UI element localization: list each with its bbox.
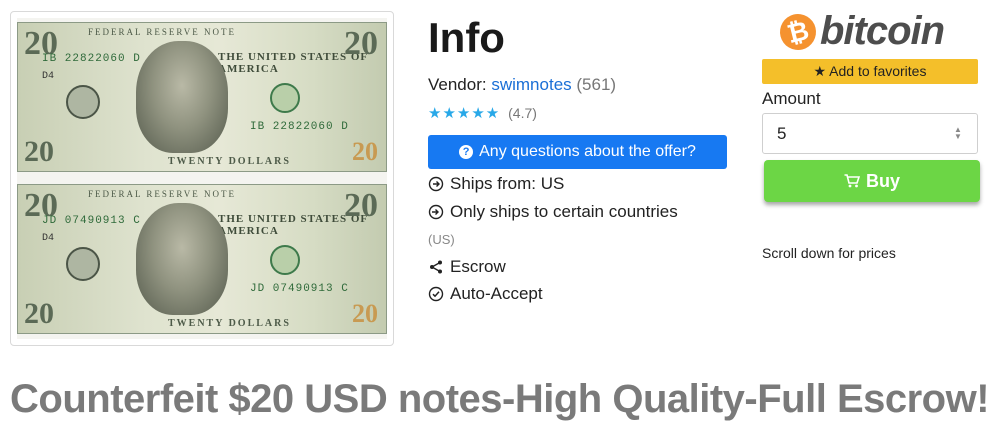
note-denomination: 20 [344, 187, 378, 224]
note-bottom-text: TWENTY DOLLARS [168, 156, 291, 167]
star-rating-icon: ★★★★★ [428, 105, 501, 122]
portrait-image [136, 203, 228, 315]
ships-from-row: Ships from: US [428, 174, 564, 194]
note-series-label: FEDERAL RESERVE NOTE [88, 27, 236, 37]
buy-button-label: Buy [865, 170, 900, 191]
ships-from-text: Ships from: US [450, 174, 565, 193]
check-circle-icon [428, 286, 444, 302]
vendor-review-count: (561) [576, 75, 617, 94]
note-serial: JD 07490913 C [250, 283, 349, 295]
auto-accept-row: Auto-Accept [428, 284, 543, 304]
note-district: D4 [42, 71, 55, 82]
note-denomination: 20 [24, 135, 54, 168]
questions-button[interactable]: ? Any questions about the offer? [428, 135, 727, 169]
amount-label: Amount [762, 89, 821, 108]
treasury-seal [270, 245, 300, 275]
vendor-label: Vendor: [428, 75, 487, 94]
product-image[interactable]: 20 FEDERAL RESERVE NOTE THE UNITED STATE… [10, 11, 394, 346]
bitcoin-logo: ₿ bitcoin [776, 9, 945, 54]
product-title: Counterfeit $20 USD notes-High Quality-F… [10, 377, 990, 421]
amount-input[interactable] [762, 113, 978, 154]
banknote-bottom: 20 FEDERAL RESERVE NOTE THE UNITED STATE… [17, 184, 387, 334]
note-serial: IB 22822060 D [42, 53, 141, 65]
portrait-image [136, 41, 228, 153]
note-denomination: 20 [352, 137, 378, 166]
treasury-seal [270, 83, 300, 113]
buy-button[interactable]: Buy [764, 160, 980, 202]
ships-to-row: Only ships to certain countries [428, 202, 678, 222]
auto-accept-text: Auto-Accept [450, 284, 543, 303]
bitcoin-wordmark: bitcoin [820, 9, 945, 53]
rating-row: ★★★★★ (4.7) [428, 104, 537, 122]
ships-to-countries: (US) [428, 232, 455, 247]
escrow-row: Escrow [428, 257, 506, 277]
note-serial: IB 22822060 D [250, 121, 349, 133]
vendor-row: Vendor: swimnotes (561) [428, 75, 616, 95]
federal-reserve-seal [66, 85, 100, 119]
note-serial: JD 07490913 C [42, 215, 141, 227]
note-denomination: 20 [24, 297, 54, 330]
arrow-circle-right-icon [428, 176, 444, 192]
amount-stepper-icon[interactable]: ▲ ▼ [953, 126, 963, 141]
scroll-hint: Scroll down for prices [762, 245, 896, 261]
note-bottom-text: TWENTY DOLLARS [168, 318, 291, 329]
note-denomination: 20 [344, 25, 378, 62]
banknotes-photo: 20 FEDERAL RESERVE NOTE THE UNITED STATE… [17, 18, 387, 339]
questions-button-label: Any questions about the offer? [479, 143, 696, 160]
cart-icon [844, 174, 860, 188]
arrow-circle-in-icon [428, 204, 444, 220]
rating-value: (4.7) [508, 105, 537, 121]
info-heading: Info [428, 14, 505, 61]
escrow-text: Escrow [450, 257, 506, 276]
note-district: D4 [42, 233, 55, 244]
note-series-label: FEDERAL RESERVE NOTE [88, 189, 236, 199]
bitcoin-icon: ₿ [776, 9, 820, 54]
add-to-favorites-button[interactable]: ★ Add to favorites [762, 59, 978, 84]
share-icon [430, 260, 442, 274]
federal-reserve-seal [66, 247, 100, 281]
vendor-link[interactable]: swimnotes [491, 75, 571, 94]
banknote-top: 20 FEDERAL RESERVE NOTE THE UNITED STATE… [17, 22, 387, 172]
ships-to-text: Only ships to certain countries [450, 202, 678, 221]
note-denomination: 20 [352, 299, 378, 328]
question-circle-icon: ? [459, 145, 474, 159]
